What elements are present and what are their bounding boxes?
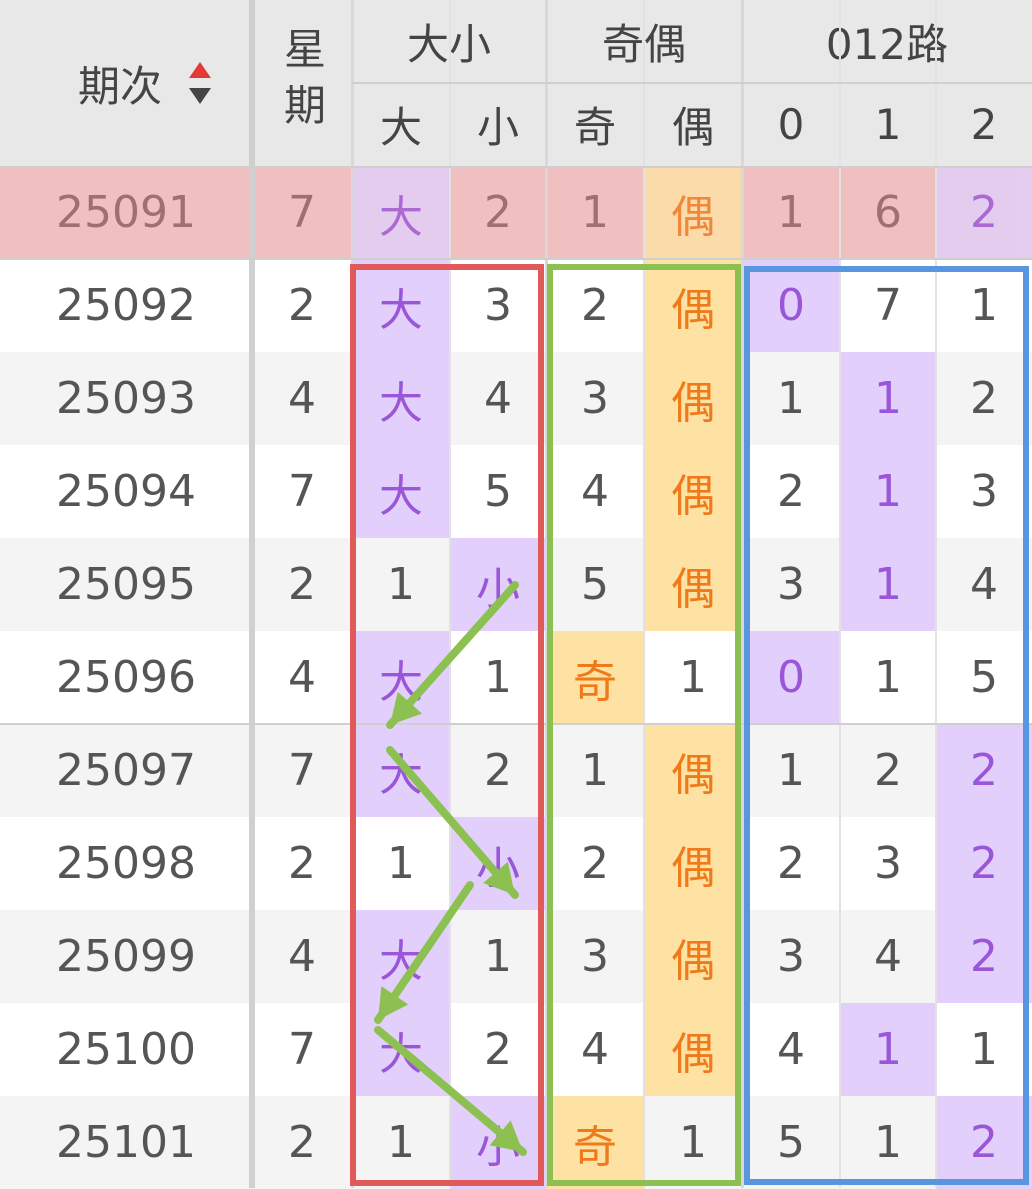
weekday-cell: 4 (252, 631, 352, 724)
row-divider (0, 258, 1032, 260)
sub-header-1-0-text: 奇 (573, 102, 616, 152)
sub-header-0-0-text: 大 (379, 102, 422, 152)
weekday-cell: 7 (252, 445, 352, 538)
miss-count-cell-text: 2 (484, 187, 512, 238)
sub-header-0-1: 小 (450, 82, 546, 166)
period-cell-text: 25095 (56, 559, 196, 610)
sub-header-2-0: 0 (742, 82, 840, 166)
weekday-cell: 7 (252, 166, 352, 259)
sub-header-1-1-text: 偶 (671, 102, 714, 152)
period-cell-text: 25101 (56, 1117, 196, 1168)
group-header-2-text: 012路 (825, 19, 949, 69)
weekday-cell-text: 7 (288, 187, 316, 238)
weekday-cell: 7 (252, 1003, 352, 1096)
sub-header-2-0-text: 0 (777, 99, 805, 149)
column-divider (249, 0, 255, 1188)
green-group-box (547, 264, 741, 1186)
weekday-cell-text: 2 (288, 559, 316, 610)
period-cell-text: 25094 (56, 466, 196, 517)
period-cell: 25093 (0, 352, 252, 445)
hit-cell-text: 偶 (671, 191, 715, 243)
blue-group-box (744, 266, 1029, 1185)
weekday-header-label: 星期 (277, 27, 327, 139)
weekday-cell-text: 2 (288, 838, 316, 889)
trend-chart: 期次 星期 大小大小奇偶奇偶 012路 0 1 2 25091 7 大 2 1 偶 1 6 2 25092 2… (0, 0, 1032, 1189)
weekday-cell-text: 7 (288, 1024, 316, 1075)
sub-header-1-0: 奇 (546, 82, 644, 166)
period-cell-text: 25098 (56, 838, 196, 889)
hit-cell: 偶 (644, 166, 742, 259)
sub-header-2-1-text: 1 (874, 99, 902, 149)
period-header[interactable]: 期次 (0, 0, 252, 166)
miss-count-cell-text: 1 (777, 187, 805, 238)
weekday-cell: 2 (252, 538, 352, 631)
weekday-cell-text: 2 (288, 280, 316, 331)
period-header-label: 期次 (78, 61, 163, 111)
period-cell: 25099 (0, 910, 252, 1003)
miss-count-cell: 1 (742, 166, 840, 259)
weekday-cell-text: 4 (288, 652, 316, 703)
hit-cell-text: 大 (379, 191, 423, 243)
period-cell-text: 25092 (56, 280, 196, 331)
miss-count-cell-text: 1 (581, 187, 609, 238)
miss-count-cell: 1 (546, 166, 644, 259)
weekday-cell: 4 (252, 352, 352, 445)
sub-header-2-2-text: 2 (970, 99, 998, 149)
sub-header-0-1-text: 小 (476, 102, 519, 152)
period-cell-text: 25096 (56, 652, 196, 703)
hit-cell: 2 (936, 166, 1032, 259)
weekday-cell-text: 2 (288, 1117, 316, 1168)
weekday-cell-text: 4 (288, 373, 316, 424)
weekday-header: 星期 (252, 0, 352, 166)
weekday-cell: 2 (252, 817, 352, 910)
period-cell-text: 25097 (56, 745, 196, 796)
weekday-cell: 2 (252, 259, 352, 352)
red-group-box (350, 264, 544, 1186)
sub-header-2-2: 2 (936, 82, 1032, 166)
row-divider (352, 82, 1032, 84)
period-cell: 25092 (0, 259, 252, 352)
sub-header-2-1: 1 (840, 82, 936, 166)
weekday-cell-text: 4 (288, 931, 316, 982)
sort-up-down-icon[interactable] (186, 58, 214, 108)
hit-cell-text: 2 (970, 187, 998, 238)
weekday-cell-text: 7 (288, 466, 316, 517)
period-cell: 25098 (0, 817, 252, 910)
hit-cell: 大 (352, 166, 450, 259)
period-cell: 25094 (0, 445, 252, 538)
miss-count-cell: 2 (450, 166, 546, 259)
sub-header-0-0: 大 (352, 82, 450, 166)
period-cell: 25091 (0, 166, 252, 259)
miss-count-cell-text: 6 (874, 187, 902, 238)
period-cell: 25101 (0, 1096, 252, 1189)
row-divider (0, 166, 1032, 168)
period-cell: 25095 (0, 538, 252, 631)
weekday-cell: 2 (252, 1096, 352, 1189)
period-cell-text: 25099 (56, 931, 196, 982)
period-cell: 25097 (0, 724, 252, 817)
weekday-cell: 4 (252, 910, 352, 1003)
period-cell-text: 25100 (56, 1024, 196, 1075)
weekday-cell: 7 (252, 724, 352, 817)
period-cell: 25096 (0, 631, 252, 724)
group-header-2: 012路 (742, 0, 1032, 82)
sub-header-1-1: 偶 (644, 82, 742, 166)
weekday-cell-text: 7 (288, 745, 316, 796)
period-cell-text: 25093 (56, 373, 196, 424)
period-cell-text: 25091 (56, 187, 196, 238)
miss-count-cell: 6 (840, 166, 936, 259)
period-cell: 25100 (0, 1003, 252, 1096)
